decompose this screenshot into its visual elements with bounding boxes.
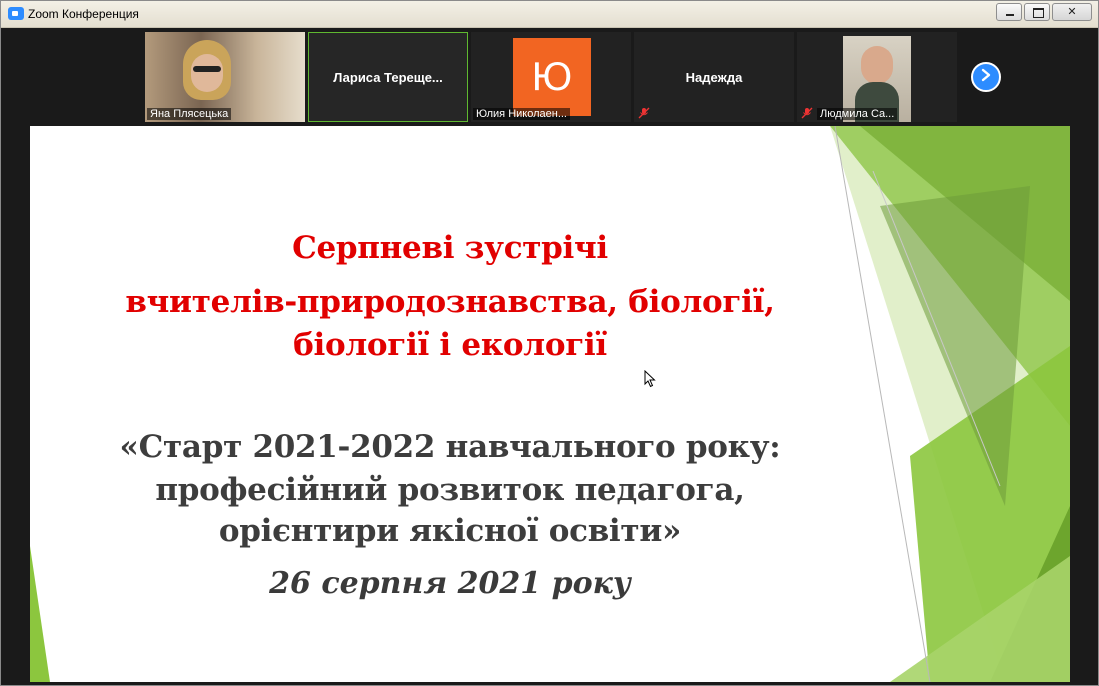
zoom-window: Zoom Конференция ✕ Яна Плясецька Лариса … (0, 0, 1099, 686)
slide-heading-line: вчителів-природознавства, біології, (125, 284, 775, 320)
microphone-muted-icon (638, 107, 650, 119)
participant-strip: Яна Плясецька Лариса Терещe... Ю Юлия Ни… (2, 28, 1097, 126)
participant-face (861, 46, 893, 84)
slide-subtitle-line: професійний розвиток педагога, (155, 472, 745, 508)
zoom-app-icon (8, 7, 24, 20)
participant-tile[interactable]: Людмила Са... (797, 32, 957, 122)
slide-subtitle-line: «Старт 2021-2022 навчального року: (119, 429, 781, 465)
slide-subtitle-line: орієнтири якісної освіти» (218, 513, 682, 549)
participant-name: Лариса Терещe... (333, 69, 443, 85)
participant-name: Юлия Николаен... (473, 108, 570, 120)
participant-tile[interactable]: Ю Юлия Николаен... (471, 32, 631, 122)
participant-tile-active-speaker[interactable]: Лариса Терещe... (308, 32, 468, 122)
microphone-muted-icon (801, 107, 813, 119)
minimize-button[interactable] (996, 3, 1022, 21)
participant-name: Яна Плясецька (147, 108, 232, 120)
minimize-icon (1006, 14, 1014, 16)
maximize-icon (1033, 8, 1044, 18)
slide-heading-line: Серпневі зустрічі (292, 230, 608, 266)
slide-heading-line: біології і екології (293, 327, 607, 363)
close-button[interactable]: ✕ (1052, 3, 1092, 21)
participant-tile[interactable]: Яна Плясецька (145, 32, 305, 122)
glasses-icon (193, 66, 221, 72)
close-icon: ✕ (1067, 6, 1077, 18)
maximize-button[interactable] (1024, 3, 1050, 21)
chevron-right-icon (980, 68, 992, 87)
participant-name: Надежда (685, 69, 743, 85)
title-bar[interactable]: Zoom Конференция ✕ (1, 1, 1098, 28)
window-title: Zoom Конференция (28, 7, 139, 21)
participant-avatar: Ю (513, 38, 591, 116)
shared-slide: Серпневі зустрічі вчителів-природознавст… (30, 126, 1070, 682)
next-participants-button[interactable] (971, 62, 1001, 92)
slide-date: 26 серпня 2021 року (269, 566, 631, 601)
participant-name: Людмила Са... (817, 108, 898, 120)
participant-face (191, 54, 223, 92)
participant-tile[interactable]: Надежда (634, 32, 794, 122)
mouse-pointer-icon (644, 369, 656, 393)
